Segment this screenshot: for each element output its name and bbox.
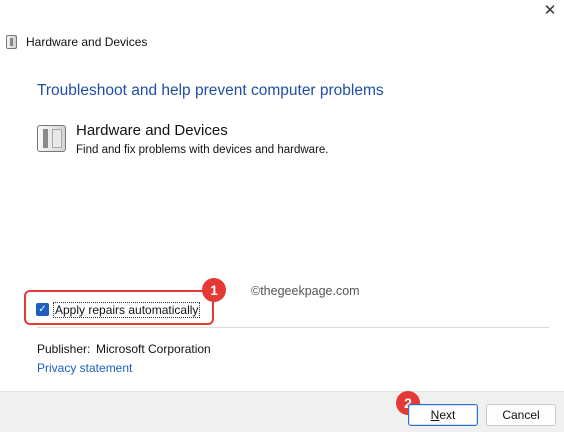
close-button[interactable]: ✕ (536, 0, 564, 26)
privacy-statement-link[interactable]: Privacy statement (37, 361, 132, 375)
next-label: ext (439, 408, 456, 422)
publisher-label: Publisher: (37, 342, 91, 356)
next-button[interactable]: Next (408, 404, 478, 426)
separator (37, 327, 549, 328)
apply-repairs-checkbox[interactable]: ✓ (36, 303, 49, 316)
cancel-button[interactable]: Cancel (486, 404, 556, 426)
troubleshooter-window: ✕ Hardware and Devices Troubleshoot and … (0, 0, 564, 432)
hardware-devices-icon (37, 125, 66, 152)
footer-bar (0, 391, 564, 432)
apply-repairs-label[interactable]: Apply repairs automatically (53, 302, 201, 318)
window-title: Hardware and Devices (26, 35, 148, 49)
page-heading: Troubleshoot and help prevent computer p… (37, 82, 384, 99)
publisher-value: Microsoft Corporation (96, 342, 211, 356)
title-bar: Hardware and Devices (0, 30, 564, 54)
troubleshooter-item-title: Hardware and Devices (76, 122, 228, 139)
troubleshooter-item-description: Find and fix problems with devices and h… (76, 144, 329, 156)
hardware-devices-icon (6, 35, 17, 49)
annotation-badge-1: 1 (202, 278, 226, 302)
watermark: ©thegeekpage.com (251, 284, 360, 298)
